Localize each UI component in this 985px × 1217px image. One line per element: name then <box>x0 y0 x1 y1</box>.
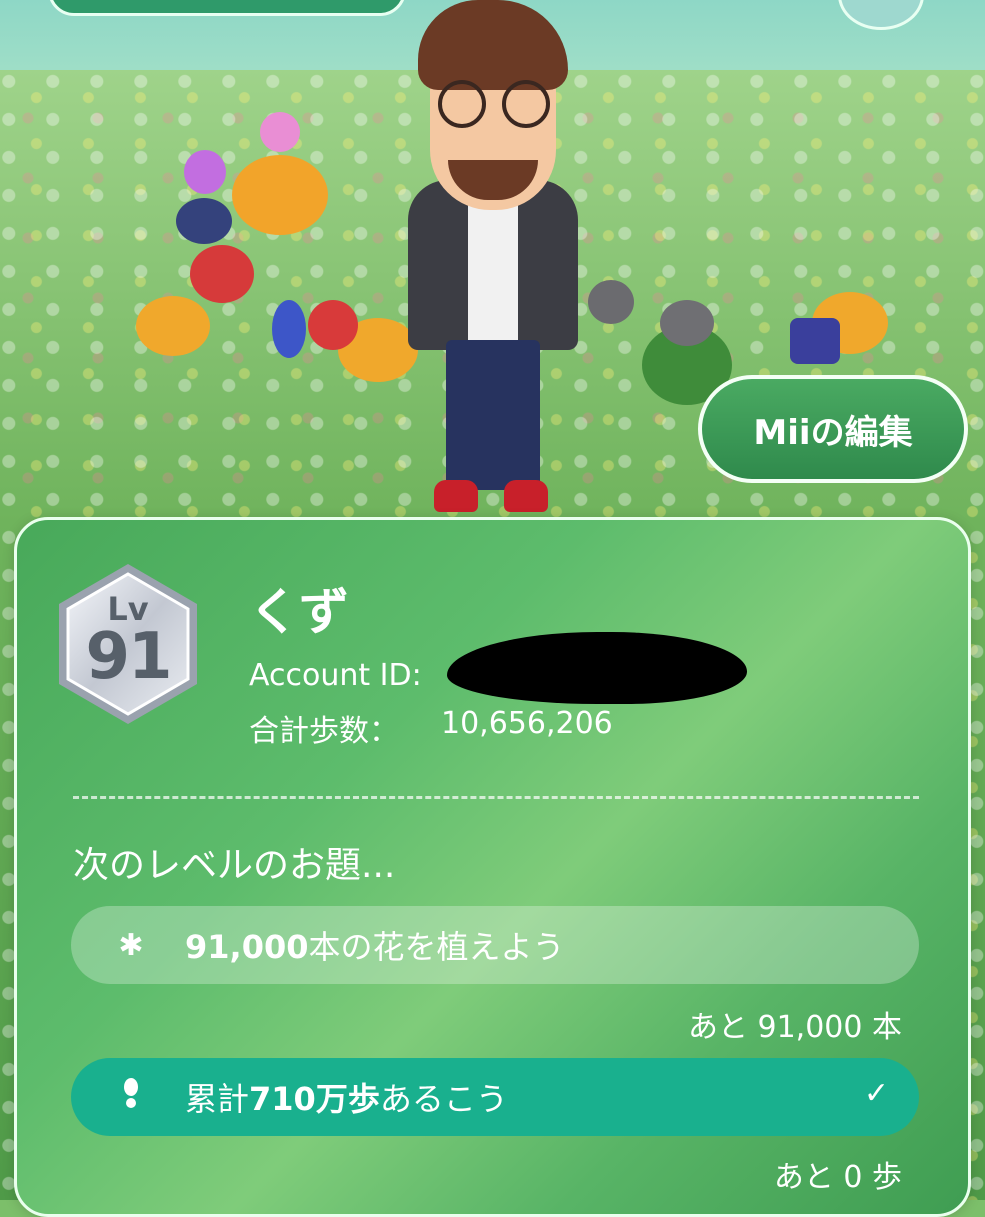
fruit-orange <box>136 296 210 356</box>
mii-jeans <box>446 340 540 490</box>
pikmin-red <box>308 300 358 350</box>
task-text: 累計710万歩あるこう <box>185 1080 508 1118</box>
sticker-blue-car <box>790 318 840 364</box>
total-steps-label: 合計歩数： <box>249 714 399 749</box>
task-total-steps: 累計710万歩あるこう ✓ <box>71 1058 919 1136</box>
task-text: 91,000本の花を植えよう <box>185 928 565 966</box>
checkmark-icon: ✓ <box>863 1076 889 1111</box>
top-pill-partial[interactable] <box>48 0 406 16</box>
footprint-icon <box>111 1077 151 1117</box>
task-remaining: あと 91,000 本 <box>687 1010 902 1045</box>
task-plant-flowers: ✱ 91,000本の花を植えよう <box>71 906 919 984</box>
profile-card: Lv 91 くず Account ID: 合計歩数： 10,656,206 次の… <box>14 517 971 1217</box>
pikmin-purple <box>184 150 226 194</box>
account-id-label: Account ID: <box>249 658 422 693</box>
fruit-apple <box>190 245 254 303</box>
mii-avatar <box>408 0 578 515</box>
task-remaining: あと 0 歩 <box>773 1160 902 1195</box>
edit-mii-button[interactable]: Miiの編集 <box>698 375 968 483</box>
level-badge: Lv 91 <box>53 560 203 728</box>
dashed-divider <box>73 796 919 799</box>
redaction-mark <box>447 632 747 704</box>
pikmin-gray <box>588 280 634 324</box>
player-name: くず <box>249 583 349 641</box>
fruit-orange <box>232 155 328 235</box>
mii-shoe <box>434 480 478 512</box>
fruit-blueberry <box>176 198 232 244</box>
pikmin-gray <box>660 300 714 346</box>
mii-glasses <box>438 80 486 128</box>
flower-icon: ✱ <box>118 927 144 963</box>
mii-hair <box>418 0 568 90</box>
total-steps-value: 10,656,206 <box>441 706 613 741</box>
pikmin-blue <box>272 300 306 358</box>
mii-shoe <box>504 480 548 512</box>
mii-glasses <box>502 80 550 128</box>
next-level-heading: 次のレベルのお題... <box>73 845 396 886</box>
level-number: 91 <box>85 620 172 694</box>
pikmin-pink <box>260 112 300 152</box>
